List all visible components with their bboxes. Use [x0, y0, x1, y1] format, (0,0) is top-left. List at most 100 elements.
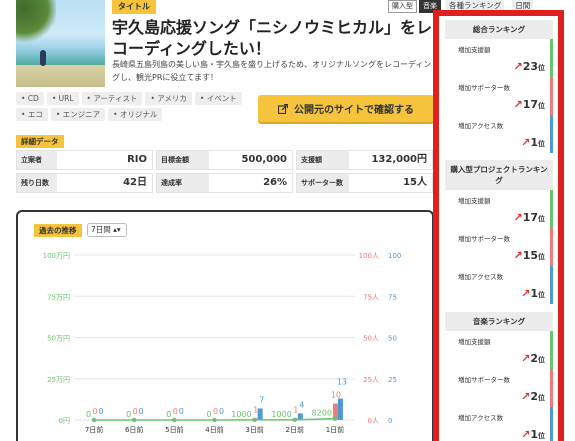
trend-up-icon: ↗	[521, 136, 531, 149]
supporters-data-label: 0	[93, 407, 98, 416]
y-left-tick-label: 50万円	[47, 335, 70, 343]
x-tick-label: 1日前	[326, 425, 344, 434]
stat-key: 目標金額	[157, 151, 209, 169]
ranking-section: 購入型プロジェクトランキング 増加支援額 ↗17位 増加サポーター数 ↗15位 増加アクセ…	[445, 160, 553, 304]
tag-label: オリジナル	[119, 110, 158, 119]
amount-point	[132, 417, 137, 423]
x-tick-label: 7日前	[85, 425, 103, 434]
period-value: 7日間	[91, 225, 111, 234]
amount-point	[332, 416, 338, 421]
ranking-item[interactable]: 増加支援額 ↗23位	[445, 39, 553, 77]
access-bar	[257, 408, 263, 420]
y-right-tick-label: 100	[388, 252, 401, 260]
ranking-item-value: ↗23位	[513, 60, 545, 73]
access-data-label: 0	[219, 407, 224, 416]
ranking-item-label: 増加サポーター数	[458, 84, 510, 92]
ranking-item-value: ↗1位	[521, 428, 545, 441]
ranking-item-label: 増加サポーター数	[458, 376, 510, 384]
trend-up-icon: ↗	[521, 287, 531, 300]
project-thumbnail[interactable]	[16, 0, 105, 87]
access-data-label: 0	[99, 407, 104, 416]
ranking-number: 1	[530, 136, 538, 149]
ranking-number: 15	[522, 249, 538, 262]
details-label: 詳細データ	[16, 135, 64, 148]
tag-item[interactable]: • アーティスト	[81, 92, 143, 105]
stat-achievement: 達成率 26%	[156, 173, 293, 193]
ranking-number: 17	[522, 98, 538, 111]
stat-key: 支援額	[297, 151, 349, 169]
stat-value: 500,000	[241, 154, 287, 165]
ranking-item-value: ↗17位	[513, 98, 545, 111]
amount-data-label: 0	[206, 410, 211, 419]
ranking-unit: 位	[538, 102, 545, 110]
tag-label: アーティスト	[93, 94, 138, 103]
stat-key: 達成率	[157, 174, 209, 192]
history-label: 過去の推移	[34, 224, 82, 237]
tag-item[interactable]: • URL	[46, 92, 79, 105]
ranking-item[interactable]: 増加サポーター数 ↗15位	[445, 228, 553, 266]
ranking-unit: 位	[538, 64, 545, 72]
supporters-data-label: 0	[213, 407, 218, 416]
amount-data-label: 0	[86, 410, 91, 419]
ranking-section-title: 総合ランキング	[445, 20, 553, 39]
ranking-item-value: ↗1位	[521, 136, 545, 149]
ranking-unit: 位	[538, 140, 545, 148]
tag-item[interactable]: • イベント	[194, 92, 242, 105]
y-left-tick-label: 25万円	[47, 376, 70, 384]
details-row: 立案者 RIO 目標金額 500,000 支援額 132,000円	[16, 150, 434, 170]
amount-point	[292, 417, 297, 423]
stat-planner: 立案者 RIO	[16, 150, 153, 170]
amount-point	[91, 417, 97, 423]
ranking-item[interactable]: 増加支援額 ↗17位	[445, 190, 553, 228]
external-link-icon	[278, 103, 288, 114]
ranking-section: 音楽ランキング 増加支援額 ↗2位 増加サポーター数 ↗2位 増加アクセス数 ↗1位	[445, 312, 553, 441]
supporters-data-label: 0	[133, 407, 138, 416]
page-title: 宇久島応援ソング「ニシノウミヒカル」をレコーディングしたい！	[112, 18, 433, 58]
ranking-section-title: 音楽ランキング	[445, 312, 553, 331]
ranking-item[interactable]: 増加支援額 ↗2位	[445, 331, 553, 369]
access-data-label: 4	[299, 400, 304, 409]
amount-data-label: 8200	[312, 409, 332, 418]
details-row: 残り日数 42日 達成率 26% サポーター数 15人	[16, 173, 434, 193]
tag-label: アメリカ	[157, 94, 187, 103]
tag-label: イベント	[206, 94, 237, 103]
x-tick-label: 6日前	[125, 425, 143, 434]
ranking-item[interactable]: 増加サポーター数 ↗2位	[445, 369, 553, 407]
stat-raised: 支援額 132,000円	[296, 150, 433, 170]
tag-item[interactable]: • アメリカ	[145, 92, 192, 105]
tag-item[interactable]: • エンジニア	[50, 108, 106, 121]
tag-label: エンジニア	[62, 110, 101, 119]
tag-item[interactable]: • CD	[16, 92, 44, 105]
tag-item[interactable]: • エコ	[16, 108, 48, 121]
amount-point	[212, 417, 217, 423]
y-left-tick-label: 75万円	[47, 293, 70, 301]
open-source-site-button[interactable]: 公開元のサイトで確認する	[258, 95, 434, 122]
ranking-section: 総合ランキング 増加支援額 ↗23位 増加サポーター数 ↗17位 増加アクセス数 ↗1位	[445, 20, 553, 153]
y-mid-tick-label: 25人	[363, 376, 379, 384]
y-mid-tick-label: 100人	[359, 252, 379, 260]
history-chart: 0円 0人 025万円 25人 2550万円 50人 5075万円 75人 75100万円 100…	[43, 252, 402, 434]
tag-item[interactable]: • オリジナル	[108, 108, 163, 121]
ranking-unit: 位	[538, 432, 545, 440]
amount-data-label: 0	[166, 410, 171, 419]
stat-key: サポーター数	[297, 174, 349, 192]
ranking-item[interactable]: 増加アクセス数 ↗1位	[445, 266, 553, 304]
amount-data-label: 0	[126, 410, 131, 419]
y-right-tick-label: 50	[388, 335, 397, 343]
ranking-item-label: 増加アクセス数	[458, 273, 504, 281]
stat-value: RIO	[127, 154, 147, 165]
ranking-item-value: ↗17位	[513, 211, 545, 224]
trend-up-icon: ↗	[521, 352, 531, 365]
stat-value: 26%	[263, 177, 287, 188]
ranking-item-label: 増加アクセス数	[458, 122, 504, 130]
period-select[interactable]: 7日間 ▴▾	[87, 223, 127, 237]
ranking-item[interactable]: 増加アクセス数 ↗1位	[445, 115, 553, 153]
ranking-number: 17	[522, 211, 538, 224]
stat-value: 15人	[403, 177, 427, 188]
ranking-item[interactable]: 増加サポーター数 ↗17位	[445, 77, 553, 115]
tree-foliage	[16, 0, 56, 45]
ranking-item[interactable]: 増加アクセス数 ↗1位	[445, 407, 553, 441]
supporters-data-label: 10	[331, 391, 341, 400]
person-figure	[40, 50, 46, 66]
ranking-unit: 位	[538, 291, 545, 299]
